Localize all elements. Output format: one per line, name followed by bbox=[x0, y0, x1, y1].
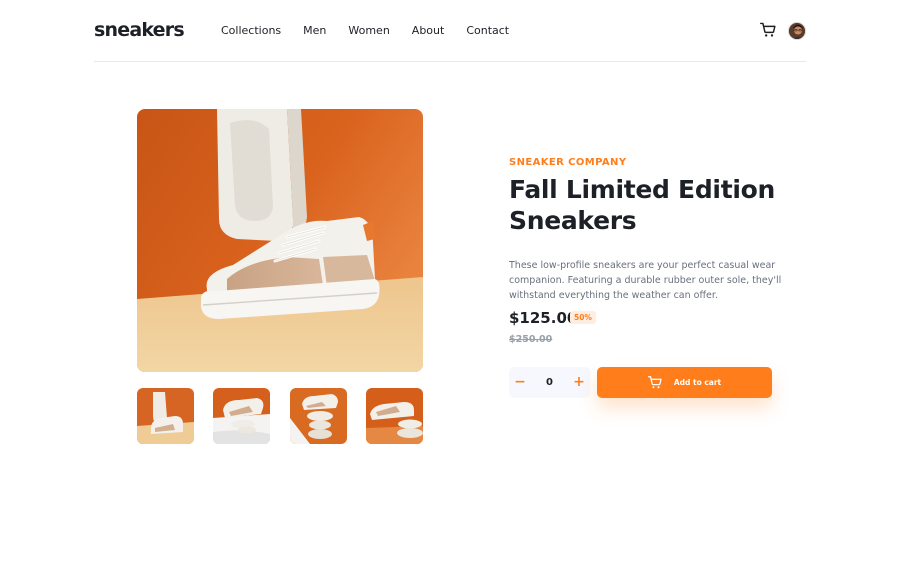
thumbnail-4[interactable] bbox=[366, 388, 423, 444]
decrease-quantity-button[interactable]: − bbox=[509, 367, 531, 398]
nav-link-men[interactable]: Men bbox=[303, 24, 326, 37]
nav-link-women[interactable]: Women bbox=[348, 24, 389, 37]
discount-badge: 50% bbox=[570, 311, 596, 324]
add-to-cart-button[interactable]: Add to cart bbox=[597, 367, 772, 398]
increase-quantity-button[interactable]: + bbox=[568, 367, 590, 398]
avatar[interactable] bbox=[788, 22, 806, 40]
current-price: $125.00 bbox=[509, 309, 578, 327]
site-header: sneakers Collections Men Women About Con… bbox=[94, 0, 806, 62]
add-to-cart-label: Add to cart bbox=[673, 378, 722, 387]
cart-icon bbox=[647, 376, 662, 389]
product-description: These low-profile sneakers are your perf… bbox=[509, 260, 782, 301]
nav-link-contact[interactable]: Contact bbox=[466, 24, 509, 37]
nav-link-about[interactable]: About bbox=[412, 24, 445, 37]
company-name: SNEAKER COMPANY bbox=[509, 157, 627, 168]
thumbnail-row bbox=[137, 388, 423, 444]
thumbnail-1[interactable] bbox=[137, 388, 194, 444]
thumbnail-3[interactable] bbox=[290, 388, 347, 444]
product-title: Fall Limited Edition Sneakers bbox=[509, 175, 775, 235]
thumbnail-2[interactable] bbox=[213, 388, 270, 444]
nav-link-collections[interactable]: Collections bbox=[221, 24, 281, 37]
product-main-image[interactable] bbox=[137, 109, 423, 372]
original-price: $250.00 bbox=[509, 334, 553, 345]
cart-icon[interactable] bbox=[760, 22, 776, 38]
site-logo[interactable]: sneakers bbox=[94, 19, 185, 41]
quantity-stepper: − 0 + bbox=[509, 367, 590, 398]
main-nav: Collections Men Women About Contact bbox=[221, 24, 531, 37]
quantity-value: 0 bbox=[546, 377, 553, 388]
